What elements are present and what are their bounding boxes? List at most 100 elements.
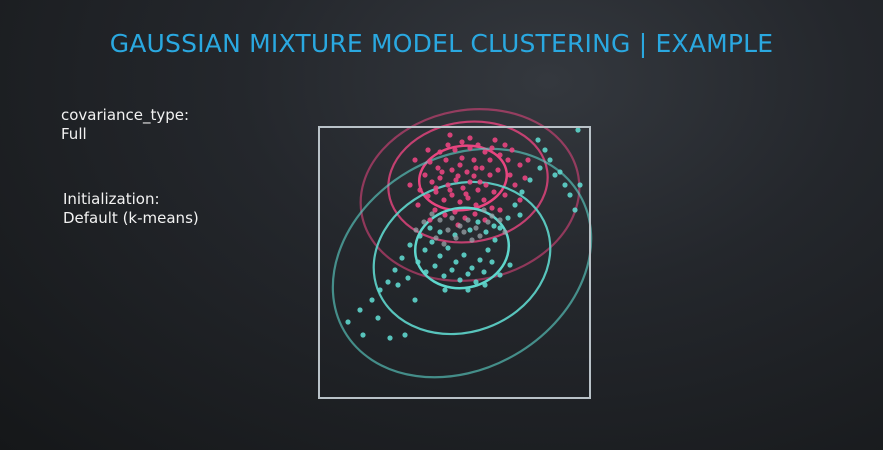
grey-point: [437, 217, 443, 223]
teal-point: [465, 287, 471, 293]
grey-point: [413, 227, 419, 233]
pink-point: [487, 172, 493, 178]
grey-point: [477, 233, 483, 239]
grey-point: [502, 229, 508, 235]
pink-point: [482, 149, 488, 155]
teal-point: [369, 297, 375, 303]
pink-point: [452, 147, 458, 153]
teal-point: [567, 192, 573, 198]
pink-point: [457, 199, 463, 205]
pink-point: [422, 172, 428, 178]
teal-point: [527, 177, 533, 183]
teal-point: [469, 265, 475, 271]
pink-point: [463, 191, 469, 197]
pink-point: [497, 207, 503, 213]
pink-point: [447, 132, 453, 138]
teal-point: [577, 182, 583, 188]
teal-point: [407, 242, 413, 248]
teal-point: [505, 215, 511, 221]
grey-point: [421, 219, 427, 225]
pink-point: [522, 175, 528, 181]
pink-point: [407, 182, 413, 188]
teal-point: [575, 127, 581, 133]
pink-point: [449, 192, 455, 198]
teal-point: [345, 319, 351, 325]
grey-point: [481, 207, 487, 213]
teal-point: [572, 207, 578, 213]
teal-point: [442, 287, 448, 293]
teal-point: [392, 267, 398, 273]
teal-point: [375, 315, 381, 321]
teal-point: [465, 271, 471, 277]
pink-point: [415, 202, 421, 208]
teal-point: [483, 229, 489, 235]
pink-point: [481, 197, 487, 203]
pink-point: [441, 197, 447, 203]
teal-point: [557, 169, 563, 175]
teal-point: [427, 225, 433, 231]
pink-point: [460, 185, 466, 191]
teal-point: [475, 219, 481, 225]
teal-point: [399, 255, 405, 261]
pink-point: [439, 169, 445, 175]
grey-point: [433, 235, 439, 241]
pink-point: [487, 157, 493, 163]
grey-point: [445, 227, 451, 233]
teal-point: [485, 247, 491, 253]
pink-point: [509, 147, 515, 153]
pink-point: [471, 173, 477, 179]
teal-point: [437, 229, 443, 235]
teal-point: [477, 257, 483, 263]
pink-point: [525, 157, 531, 163]
teal-point: [432, 263, 438, 269]
pink-point: [433, 185, 439, 191]
grey-point: [465, 217, 471, 223]
pink-point: [457, 162, 463, 168]
teal-point: [405, 275, 411, 281]
teal-point: [497, 272, 503, 278]
teal-point: [473, 279, 479, 285]
teal-point: [467, 227, 473, 233]
grey-point: [449, 215, 455, 221]
teal-point: [445, 245, 451, 251]
teal-point: [461, 252, 467, 258]
pink-point: [489, 205, 495, 211]
grey-point: [485, 219, 491, 225]
pink-point: [495, 167, 501, 173]
teal-point: [423, 269, 429, 275]
teal-point: [562, 182, 568, 188]
teal-point: [491, 223, 497, 229]
pink-point: [473, 202, 479, 208]
pink-point: [502, 142, 508, 148]
teal-point: [437, 253, 443, 259]
grey-point: [441, 241, 447, 247]
grey-point: [461, 229, 467, 235]
teal-point: [507, 262, 513, 268]
pink-point: [517, 197, 523, 203]
pink-point: [459, 139, 465, 145]
pink-point: [427, 217, 433, 223]
pink-point: [435, 165, 441, 171]
grey-point: [469, 237, 475, 243]
points-layer: [345, 127, 583, 341]
pink-point: [425, 193, 431, 199]
teal-point: [542, 147, 548, 153]
teal-ellipse-3: [331, 147, 593, 379]
teal-point: [415, 259, 421, 265]
pink-point: [447, 187, 453, 193]
clustering-plot: [318, 108, 593, 399]
teal-point: [357, 307, 363, 313]
teal-point: [497, 225, 503, 231]
pink-point: [412, 157, 418, 163]
teal-point: [519, 189, 525, 195]
pink-point: [449, 167, 455, 173]
pink-point: [475, 142, 481, 148]
pink-point: [452, 209, 458, 215]
pink-point: [467, 145, 473, 151]
pink-point: [497, 152, 503, 158]
pink-point: [445, 142, 451, 148]
pink-point: [455, 173, 461, 179]
pink-point: [479, 165, 485, 171]
teal-point: [482, 282, 488, 288]
teal-point: [360, 332, 366, 338]
